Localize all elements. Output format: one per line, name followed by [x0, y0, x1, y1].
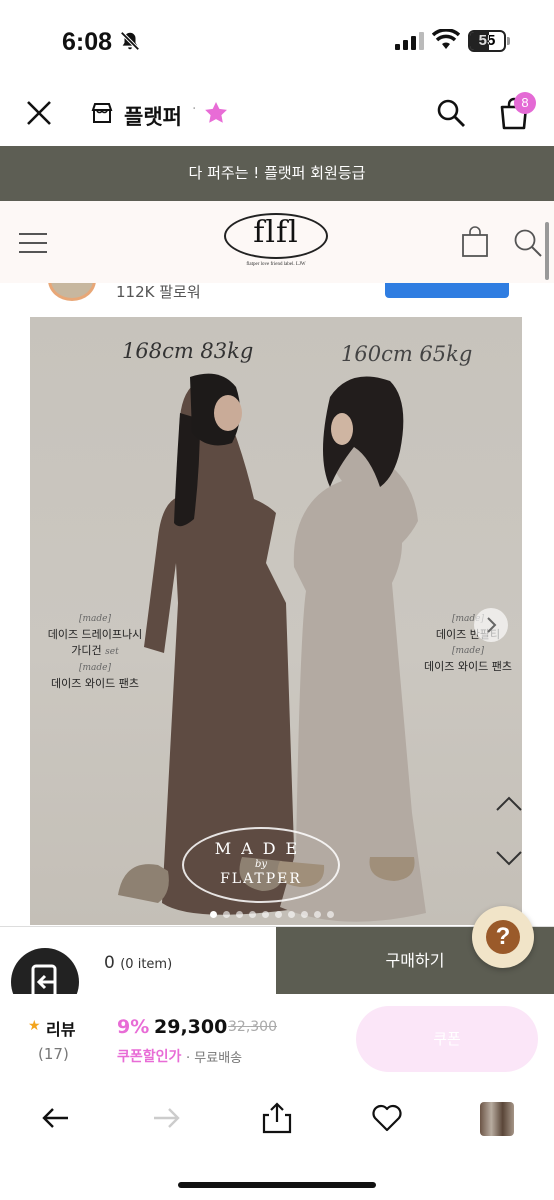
left-model-size: 168cm 83kg [122, 339, 254, 363]
app-screen: 6:08 55 플랫퍼 · 8 다 퍼주는 ! 플랫퍼 회원등급 flfl fl… [0, 0, 554, 1200]
store-name-separator: · [192, 101, 197, 117]
carousel-dot[interactable] [327, 911, 334, 918]
app-header: 플랫퍼 · 8 [0, 80, 554, 146]
carousel-dot[interactable] [288, 911, 295, 918]
review-label[interactable]: 리뷰 [46, 1016, 75, 1040]
shipping-info: · 무료배송 [186, 1051, 243, 1066]
product-detail-content: 112K 팔로워 168cm 83kg 160cm 65kg [made] 데이… [0, 283, 554, 926]
store-name[interactable]: 플랫퍼 [124, 101, 182, 131]
seller-avatar[interactable] [48, 283, 96, 301]
store-icon[interactable] [91, 102, 113, 124]
carousel-dot[interactable] [314, 911, 321, 918]
home-indicator [178, 1182, 376, 1188]
product-image[interactable]: 168cm 83kg 160cm 65kg [made] 데이즈 드레이프나시 … [30, 317, 522, 925]
shop-search-icon[interactable] [513, 228, 543, 258]
back-arrow-icon[interactable] [40, 1102, 72, 1134]
cart-count-badge: 8 [514, 92, 536, 114]
forward-arrow-icon[interactable] [150, 1102, 182, 1134]
follower-count: 112K 팔로워 [116, 283, 201, 301]
review-count: (17) [38, 1045, 69, 1063]
carousel-next-button[interactable] [474, 608, 508, 642]
heart-icon[interactable] [371, 1102, 403, 1134]
recent-item-thumbnail[interactable] [480, 1102, 514, 1136]
left-outfit-caption: [made] 데이즈 드레이프나시 가디건 set [made] 데이즈 와이드… [47, 614, 143, 690]
battery-percent: 55 [478, 32, 496, 49]
favorite-star-icon[interactable] [203, 100, 229, 126]
question-mark-icon: ? [486, 920, 520, 954]
close-icon[interactable] [26, 100, 52, 126]
coupon-price-label: 쿠폰할인가 [117, 1049, 182, 1065]
scroll-up-chevron-icon[interactable] [494, 794, 524, 814]
scroll-down-chevron-icon[interactable] [494, 848, 524, 868]
menu-icon[interactable] [19, 233, 47, 255]
status-bar: 6:08 55 [0, 0, 554, 80]
carousel-dot[interactable] [210, 911, 217, 918]
help-button[interactable]: ? [472, 906, 534, 968]
status-time: 6:08 [62, 28, 113, 56]
review-star-icon: ★ [28, 1018, 41, 1034]
made-by-flatper-stamp: MADE by FLATPER [182, 827, 340, 903]
carousel-dot[interactable] [275, 911, 282, 918]
follow-button[interactable] [385, 283, 509, 298]
carousel-dot[interactable] [223, 911, 230, 918]
purchase-bar: 0 (0 item) 구매하기 [0, 926, 554, 995]
battery-indicator: 55 [468, 30, 510, 52]
bottom-navigation [0, 1078, 554, 1200]
shop-logo[interactable]: flfl flatper love friend label. LJW [224, 213, 330, 273]
carousel-dot[interactable] [236, 911, 243, 918]
carousel-dot[interactable] [262, 911, 269, 918]
sale-price: 29,300 [154, 1016, 228, 1038]
carousel-dots[interactable] [210, 903, 350, 918]
chevron-right-icon [487, 617, 497, 633]
wifi-icon [432, 29, 460, 49]
bell-off-icon [120, 31, 140, 51]
coupon-button[interactable]: 쿠폰 [356, 1006, 538, 1072]
discount-rate: 9% [117, 1016, 150, 1038]
search-icon[interactable] [436, 98, 466, 128]
scrollbar[interactable] [545, 222, 549, 280]
original-price: 32,300 [228, 1019, 277, 1035]
carousel-dot[interactable] [249, 911, 256, 918]
product-summary: ★ 리뷰 (17) 9% 29,300 32,300 쿠폰할인가 · 무료배송 … [0, 994, 554, 1078]
selected-quantity: 0 (0 item) [104, 953, 173, 973]
shop-bag-icon[interactable] [461, 226, 489, 258]
carousel-dot[interactable] [301, 911, 308, 918]
shop-header: flfl flatper love friend label. LJW [0, 201, 554, 283]
share-icon[interactable] [261, 1102, 293, 1134]
right-model-size: 160cm 65kg [341, 342, 473, 366]
membership-banner[interactable]: 다 퍼주는 ! 플랫퍼 회원등급 [0, 146, 554, 201]
cellular-signal-icon [395, 32, 424, 50]
